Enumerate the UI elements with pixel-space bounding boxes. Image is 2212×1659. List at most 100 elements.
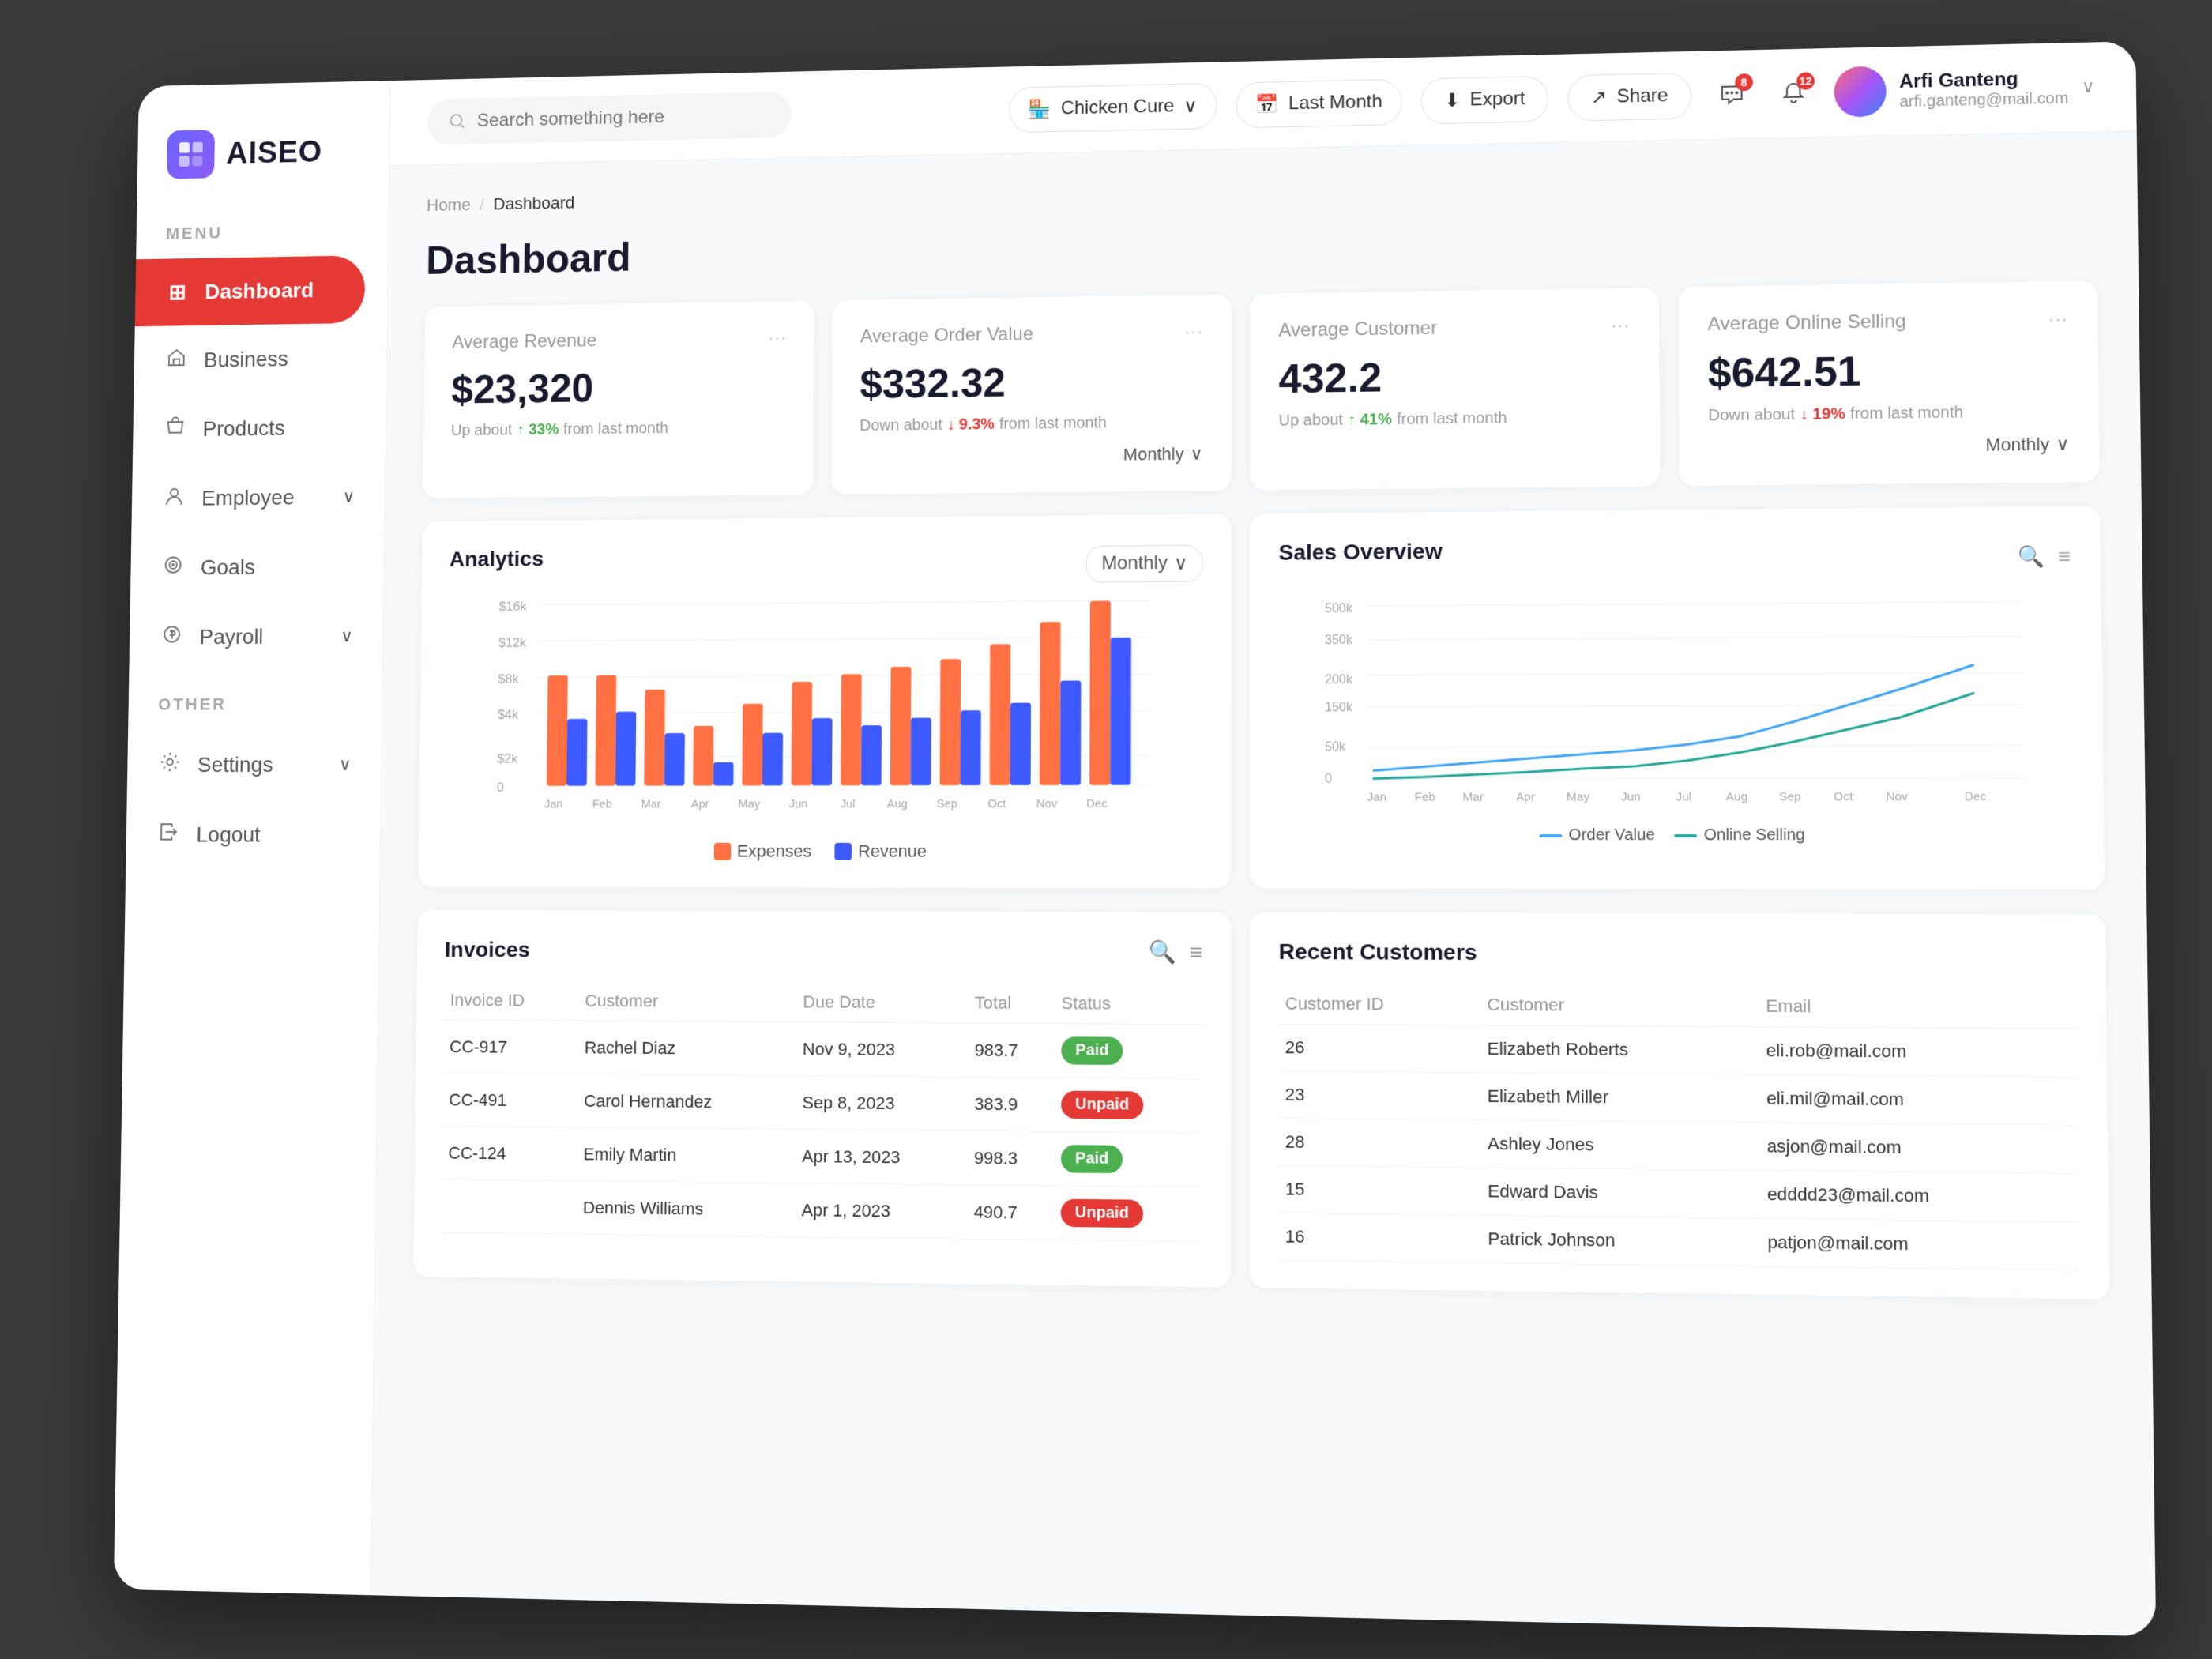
- invoice-id: CC-491: [442, 1073, 577, 1127]
- business-icon: [164, 347, 189, 374]
- other-label: OTHER: [128, 671, 382, 730]
- metric-label: Average Order Value: [860, 324, 1033, 348]
- total: 998.3: [968, 1130, 1055, 1185]
- goals-icon: [160, 554, 186, 581]
- sidebar-item-payroll[interactable]: Payroll ∨: [129, 601, 383, 672]
- calendar-icon: 📅: [1255, 92, 1279, 115]
- filter-icon[interactable]: ≡: [1189, 939, 1202, 965]
- bar-chart-area: $16k $12k $8k $4k $2k 0: [446, 592, 1202, 861]
- sales-legend: Order Value Online Selling: [1279, 826, 2075, 845]
- svg-text:Nov: Nov: [1886, 791, 1909, 804]
- search-input[interactable]: [477, 104, 770, 132]
- text: Down about: [860, 416, 942, 435]
- employee-icon: [161, 485, 186, 512]
- due-date: Sep 8, 2023: [796, 1076, 968, 1131]
- table-row: CC-917 Rachel Diaz Nov 9, 2023 983.7 Pai…: [443, 1020, 1202, 1078]
- online-selling-color: [1675, 834, 1698, 837]
- user-menu-chevron[interactable]: ∨: [2082, 77, 2095, 98]
- customer-name: Emily Martin: [577, 1127, 796, 1183]
- search-icon[interactable]: 🔍: [1149, 939, 1176, 965]
- main-content: 🏪 Chicken Cure ∨ 📅 Last Month ⬇ Export ↗…: [371, 41, 2157, 1636]
- svg-text:150k: 150k: [1325, 701, 1352, 715]
- status-badge: Paid: [1061, 1145, 1123, 1173]
- breadcrumb-home[interactable]: Home: [427, 195, 471, 216]
- monthly-label: Monthly: [1123, 444, 1184, 465]
- sidebar-item-employee[interactable]: Employee ∨: [131, 461, 385, 533]
- customer-email: eli.mil@mail.com: [1759, 1074, 2077, 1125]
- customer-name: Elizabeth Roberts: [1480, 1025, 1759, 1075]
- more-options-button[interactable]: ···: [1184, 321, 1203, 343]
- more-options-button[interactable]: ···: [2048, 308, 2067, 331]
- svg-text:$2k: $2k: [497, 751, 518, 766]
- svg-text:0: 0: [497, 781, 504, 795]
- metric-card-order: Average Order Value ··· $332.32 Down abo…: [832, 294, 1232, 495]
- date-button[interactable]: 📅 Last Month: [1236, 78, 1402, 128]
- sidebar-item-label: Employee: [201, 485, 295, 510]
- customers-table-card: Recent Customers Customer ID Customer Em…: [1250, 912, 2109, 1300]
- online-selling-label: Online Selling: [1704, 826, 1805, 845]
- export-button[interactable]: ⬇ Export: [1421, 75, 1548, 124]
- logo-area: AISEO: [137, 126, 389, 225]
- svg-text:Nov: Nov: [1036, 798, 1058, 811]
- customer-id: 28: [1279, 1119, 1481, 1168]
- user-name: Arfi Ganteng: [1899, 67, 2068, 93]
- metric-label: Average Revenue: [452, 330, 597, 354]
- metric-value: $642.51: [1708, 345, 2069, 398]
- filter-button[interactable]: 🏪 Chicken Cure ∨: [1009, 82, 1217, 132]
- table-row: CC-491 Carol Hernandez Sep 8, 2023 383.9…: [442, 1073, 1202, 1133]
- table-row: 15 Edward Davis edddd23@mail.com: [1279, 1165, 2078, 1221]
- analytics-chart-title: Analytics: [450, 547, 544, 572]
- change-text: from last month: [563, 419, 668, 438]
- bell-notification-button[interactable]: 12: [1772, 72, 1815, 114]
- svg-text:$16k: $16k: [498, 600, 527, 614]
- share-button[interactable]: ↗ Share: [1567, 72, 1691, 121]
- analytics-monthly-select[interactable]: Monthly ∨: [1086, 544, 1202, 582]
- due-date: Nov 9, 2023: [796, 1022, 969, 1077]
- svg-text:Oct: Oct: [1834, 791, 1853, 804]
- change-pct: ↓ 9.3%: [947, 416, 995, 434]
- revenue-label: Revenue: [858, 841, 927, 862]
- sidebar-item-goals[interactable]: Goals: [130, 531, 384, 603]
- change-pct: ↑ 41%: [1348, 411, 1392, 430]
- sidebar-item-dashboard[interactable]: ⊞ Dashboard: [135, 255, 366, 326]
- sidebar-item-business[interactable]: Business: [134, 322, 387, 395]
- svg-text:Jun: Jun: [789, 798, 808, 811]
- more-options-button[interactable]: ···: [1611, 314, 1631, 337]
- invoice-id: [441, 1179, 577, 1234]
- svg-text:Aug: Aug: [1726, 791, 1748, 804]
- total: 383.9: [968, 1077, 1055, 1131]
- svg-text:Jun: Jun: [1621, 791, 1641, 804]
- settings-icon: [157, 751, 183, 778]
- col-customer-id: Customer ID: [1279, 984, 1481, 1025]
- text: Up about: [1279, 412, 1343, 431]
- filter-icon[interactable]: ≡: [2058, 544, 2071, 569]
- search-icon[interactable]: 🔍: [2018, 544, 2045, 569]
- sidebar-item-products[interactable]: Products: [133, 392, 386, 464]
- invoice-id: CC-124: [442, 1126, 577, 1180]
- chat-notification-button[interactable]: 8: [1710, 73, 1753, 115]
- invoices-title: Invoices: [445, 937, 530, 962]
- order-value-legend: Order Value: [1540, 826, 1655, 845]
- svg-text:Oct: Oct: [988, 798, 1006, 811]
- sidebar-item-logout[interactable]: Logout: [126, 799, 381, 870]
- col-status: Status: [1055, 984, 1202, 1025]
- more-options-button[interactable]: ···: [768, 327, 786, 349]
- col-email: Email: [1759, 986, 2076, 1029]
- online-selling-legend: Online Selling: [1675, 826, 1805, 845]
- text: Down about: [1708, 406, 1795, 425]
- svg-text:Apr: Apr: [691, 798, 709, 811]
- search-box[interactable]: [427, 92, 791, 145]
- page-content: Home / Dashboard Dashboard Average Reven…: [371, 131, 2157, 1636]
- customer-name: Carol Hernandez: [577, 1074, 796, 1130]
- col-invoice-id: Invoice ID: [444, 981, 579, 1021]
- sidebar-item-label: Logout: [196, 822, 261, 847]
- svg-text:Dec: Dec: [1964, 791, 1986, 804]
- invoices-table: Invoice ID Customer Due Date Total Statu…: [441, 981, 1202, 1243]
- sidebar-item-settings[interactable]: Settings ∨: [127, 729, 382, 799]
- svg-text:Feb: Feb: [1415, 791, 1435, 804]
- svg-text:May: May: [1567, 791, 1590, 804]
- revenue-color: [835, 843, 852, 860]
- sidebar-item-label: Business: [204, 347, 288, 372]
- customer-name: Rachel Diaz: [578, 1021, 797, 1075]
- user-area: Arfi Ganteng arfi.ganteng@mail.com ∨: [1834, 62, 2095, 118]
